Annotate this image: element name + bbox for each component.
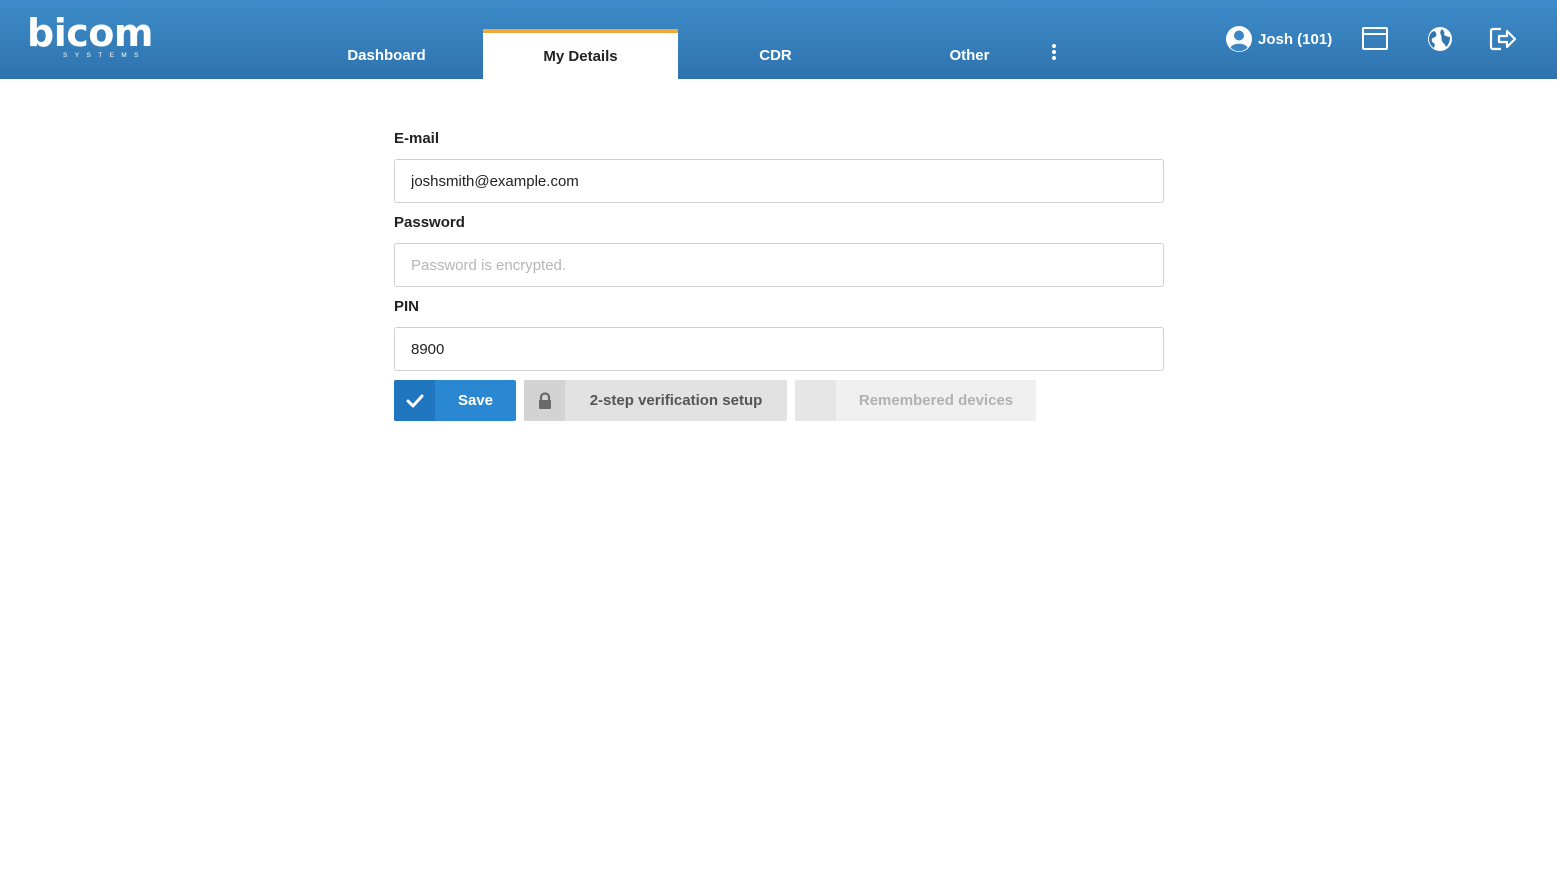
tab-other-label: Other — [949, 47, 990, 64]
vertical-ellipsis-icon[interactable] — [1046, 42, 1062, 62]
pin-field[interactable] — [394, 327, 1164, 371]
globe-icon[interactable] — [1425, 25, 1455, 53]
tab-other[interactable]: Other — [872, 29, 1067, 79]
bicom-logo[interactable]: bicom SYSTEMS — [27, 11, 153, 62]
user-name: Josh (101) — [1258, 30, 1333, 48]
tab-dashboard-label: Dashboard — [347, 47, 426, 64]
remembered-devices-button[interactable]: Remembered devices — [795, 380, 1036, 421]
email-label: E-mail — [394, 130, 440, 147]
two-step-verification-button[interactable]: 2-step verification setup — [524, 380, 787, 421]
save-button[interactable]: Save — [394, 380, 516, 421]
password-label: Password — [394, 214, 465, 231]
email-field[interactable] — [394, 159, 1164, 203]
remembered-devices-label: Remembered devices — [858, 392, 1014, 409]
lock-icon — [524, 380, 565, 421]
password-field[interactable] — [394, 243, 1164, 287]
tab-dashboard[interactable]: Dashboard — [289, 29, 484, 79]
checkmark-icon — [394, 380, 435, 421]
user-menu[interactable]: Josh (101) — [1225, 25, 1332, 53]
logout-icon[interactable] — [1488, 25, 1518, 53]
save-button-label: Save — [457, 392, 494, 409]
tab-cdr-label: CDR — [759, 47, 792, 64]
logo-wordmark: bicom — [27, 11, 153, 55]
my-details-form: E-mail Password PIN — [394, 127, 1164, 379]
tab-my-details-label: My Details — [543, 47, 618, 65]
window-icon[interactable] — [1360, 25, 1390, 53]
user-circle-icon — [1225, 25, 1253, 53]
devices-icon-placeholder — [795, 380, 836, 421]
top-navigation-bar: bicom SYSTEMS Dashboard My Details CDR O… — [0, 0, 1557, 79]
tab-cdr[interactable]: CDR — [678, 29, 873, 79]
two-step-verification-label: 2-step verification setup — [589, 392, 763, 409]
pin-label: PIN — [394, 298, 420, 315]
logo-tagline: SYSTEMS — [63, 52, 146, 59]
tab-my-details[interactable]: My Details — [483, 29, 678, 79]
